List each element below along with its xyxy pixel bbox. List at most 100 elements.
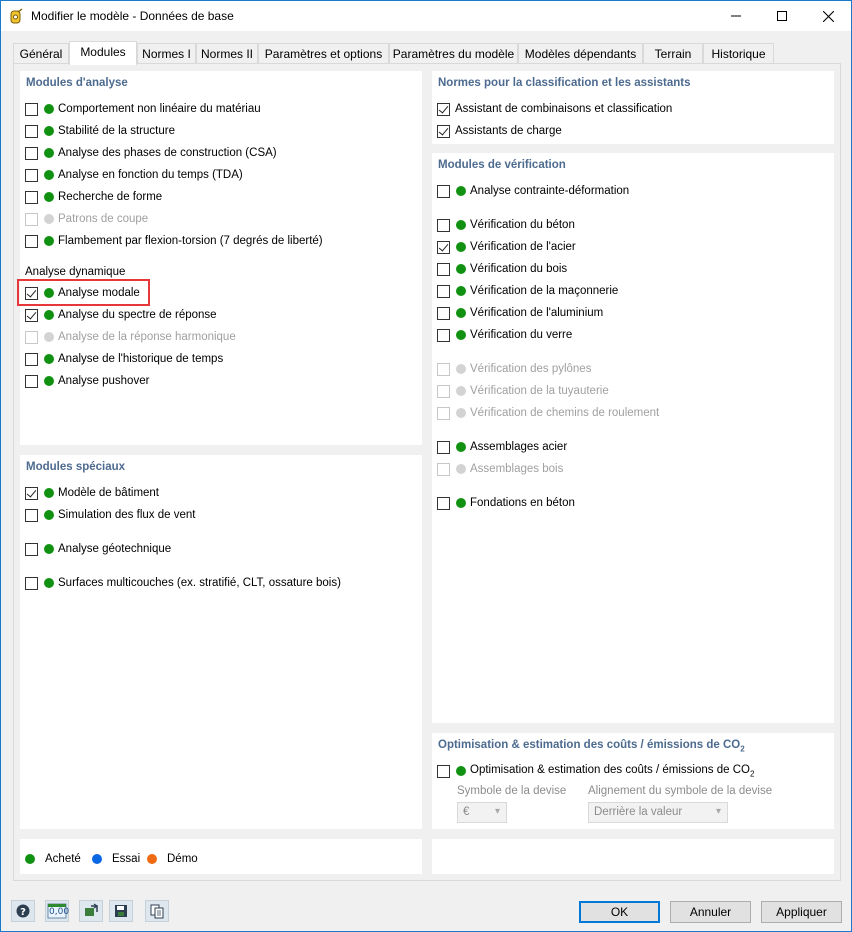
- ok-button[interactable]: OK: [579, 901, 660, 923]
- checkbox[interactable]: [25, 234, 38, 248]
- module-label: Vérification de chemins de roulement: [470, 407, 660, 419]
- save-settings-button[interactable]: [109, 900, 133, 922]
- checkbox[interactable]: [25, 374, 38, 388]
- module-form-finding[interactable]: Recherche de forme: [25, 188, 162, 206]
- module-label: Vérification de l'aluminium: [470, 307, 604, 319]
- copy-settings-button[interactable]: [145, 900, 169, 922]
- module-geotechnical[interactable]: Analyse géotechnique: [25, 540, 171, 558]
- tab-model-parameters[interactable]: Paramètres du modèle: [389, 43, 518, 64]
- status-dot-unavailable: [456, 364, 466, 374]
- checkbox-checked[interactable]: [437, 102, 450, 116]
- checkbox[interactable]: [437, 496, 450, 510]
- module-steel-design[interactable]: Vérification de l'acier: [437, 238, 576, 256]
- module-construction-stages[interactable]: Analyse des phases de construction (CSA): [25, 144, 277, 162]
- module-pushover[interactable]: Analyse pushover: [25, 372, 149, 390]
- checkbox-disabled: [437, 384, 450, 398]
- module-building-model[interactable]: Modèle de bâtiment: [25, 484, 159, 502]
- tab-general[interactable]: Général: [13, 43, 69, 64]
- legend-label: Essai: [112, 853, 141, 865]
- analysis-modules-panel: Modules d'analyse Comportement non linéa…: [17, 71, 422, 445]
- checkbox[interactable]: [437, 218, 450, 232]
- checkbox-checked[interactable]: [437, 124, 450, 138]
- combination-wizard-option[interactable]: Assistant de combinaisons et classificat…: [437, 100, 672, 118]
- tab-history[interactable]: Historique: [703, 43, 774, 64]
- module-label: Vérification de la tuyauterie: [470, 385, 609, 397]
- status-dot-purchased: [456, 186, 466, 196]
- currency-symbol-select[interactable]: € ▾: [457, 802, 507, 823]
- checkbox[interactable]: [25, 146, 38, 160]
- checkbox[interactable]: [437, 440, 450, 454]
- empty-panel: [432, 839, 834, 874]
- checkbox-disabled: [437, 362, 450, 376]
- dialog-window: Modifier le modèle - Données de base Gén…: [0, 0, 852, 932]
- checkbox[interactable]: [437, 284, 450, 298]
- tab-dependent-models[interactable]: Modèles dépendants: [518, 43, 643, 64]
- tab-parameters-options[interactable]: Paramètres et options: [258, 43, 389, 64]
- checkbox[interactable]: [437, 184, 450, 198]
- checkbox[interactable]: [437, 764, 450, 778]
- tab-normes-2[interactable]: Normes II: [196, 43, 258, 64]
- minimize-button[interactable]: [713, 1, 759, 31]
- module-timber-design[interactable]: Vérification du bois: [437, 260, 567, 278]
- module-structure-stability[interactable]: Stabilité de la structure: [25, 122, 175, 140]
- module-label: Comportement non linéaire du matériau: [58, 103, 261, 115]
- design-modules-panel: Modules de vérification Analyse contrain…: [432, 153, 834, 723]
- module-response-spectrum[interactable]: Analyse du spectre de réponse: [25, 306, 217, 324]
- apply-button[interactable]: Appliquer: [761, 901, 842, 923]
- design-modules-title: Modules de vérification: [438, 159, 566, 171]
- module-masonry-design[interactable]: Vérification de la maçonnerie: [437, 282, 618, 300]
- optimization-option[interactable]: Optimisation & estimation des coûts / ém…: [437, 762, 754, 780]
- checkbox[interactable]: [437, 328, 450, 342]
- module-label: Vérification de la maçonnerie: [470, 285, 619, 297]
- module-multilayer-surfaces[interactable]: Surfaces multicouches (ex. stratifié, CL…: [25, 574, 341, 592]
- module-time-history[interactable]: Analyse de l'historique de temps: [25, 350, 223, 368]
- module-steel-joints[interactable]: Assemblages acier: [437, 438, 567, 456]
- status-dot-unavailable: [456, 408, 466, 418]
- checkbox[interactable]: [437, 306, 450, 320]
- checkbox[interactable]: [25, 102, 38, 116]
- title-bar: Modifier le modèle - Données de base: [1, 1, 851, 31]
- checkbox[interactable]: [25, 508, 38, 522]
- module-time-dependent[interactable]: Analyse en fonction du temps (TDA): [25, 166, 243, 184]
- module-label: Vérification du bois: [470, 263, 568, 275]
- status-dot-purchased: [44, 192, 54, 202]
- status-dot-purchased: [456, 308, 466, 318]
- checkbox-checked[interactable]: [437, 240, 450, 254]
- maximize-button[interactable]: [759, 1, 805, 31]
- module-stress-strain[interactable]: Analyse contrainte-déformation: [437, 182, 629, 200]
- module-nonlinear-material[interactable]: Comportement non linéaire du matériau: [25, 100, 261, 118]
- module-glass-design[interactable]: Vérification du verre: [437, 326, 572, 344]
- checkbox-checked[interactable]: [25, 308, 38, 322]
- module-label: Flambement par flexion-torsion (7 degrés…: [58, 235, 323, 247]
- status-dot-purchased: [44, 170, 54, 180]
- checkbox[interactable]: [25, 124, 38, 138]
- analysis-modules-title: Modules d'analyse: [26, 77, 128, 89]
- module-torsional-warping[interactable]: Flambement par flexion-torsion (7 degrés…: [25, 232, 323, 250]
- svg-text:?: ?: [20, 907, 26, 918]
- checkbox[interactable]: [25, 576, 38, 590]
- checkbox[interactable]: [25, 352, 38, 366]
- checkbox[interactable]: [25, 542, 38, 556]
- module-concrete-foundations[interactable]: Fondations en béton: [437, 494, 575, 512]
- tab-normes-1[interactable]: Normes I: [137, 43, 196, 64]
- checkbox-checked[interactable]: [25, 486, 38, 500]
- module-concrete-design[interactable]: Vérification du béton: [437, 216, 575, 234]
- load-wizards-option[interactable]: Assistants de charge: [437, 122, 562, 140]
- module-wind-simulation[interactable]: Simulation des flux de vent: [25, 506, 195, 524]
- module-aluminum-design[interactable]: Vérification de l'aluminium: [437, 304, 603, 322]
- close-button[interactable]: [805, 1, 851, 31]
- cancel-button[interactable]: Annuler: [670, 901, 751, 923]
- checkbox[interactable]: [25, 168, 38, 182]
- model-import-button[interactable]: [79, 900, 103, 922]
- tab-terrain[interactable]: Terrain: [643, 43, 703, 64]
- module-label: Vérification du verre: [470, 329, 573, 341]
- tab-modules[interactable]: Modules: [69, 41, 137, 65]
- module-label: Stabilité de la structure: [58, 125, 175, 137]
- help-button[interactable]: ?: [11, 900, 35, 922]
- currency-alignment-select[interactable]: Derrière la valeur ▾: [588, 802, 728, 823]
- checkbox[interactable]: [25, 190, 38, 204]
- status-dot-purchased: [44, 488, 54, 498]
- checkbox[interactable]: [437, 262, 450, 276]
- status-dot-purchased: [44, 578, 54, 588]
- units-button[interactable]: 0,00: [45, 900, 69, 922]
